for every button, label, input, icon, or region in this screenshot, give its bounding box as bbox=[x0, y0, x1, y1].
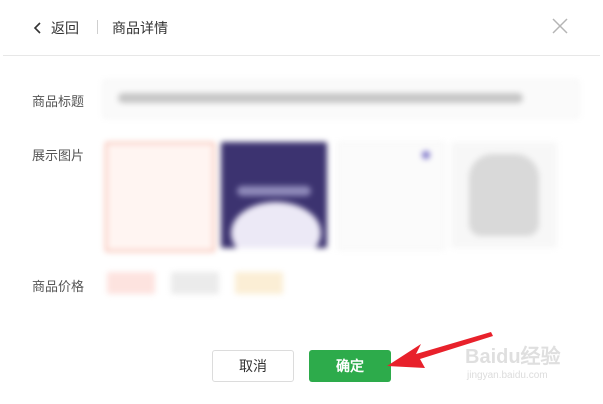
header-divider bbox=[97, 20, 98, 34]
thumb-2-moon bbox=[231, 202, 321, 248]
price-option-2[interactable] bbox=[171, 272, 219, 294]
backpack-image bbox=[469, 154, 539, 236]
confirm-button[interactable]: 确定 bbox=[309, 350, 391, 382]
image-thumb-2[interactable] bbox=[221, 142, 327, 248]
price-option-1[interactable] bbox=[107, 272, 155, 294]
back-button[interactable]: 返回 bbox=[31, 18, 79, 38]
thumb-3-dot bbox=[422, 151, 430, 159]
blurred-title-text bbox=[118, 93, 523, 103]
price-option-3[interactable] bbox=[235, 272, 283, 294]
image-thumb-4[interactable] bbox=[451, 142, 557, 248]
back-label: 返回 bbox=[51, 20, 79, 36]
chevron-left-icon bbox=[33, 22, 41, 34]
product-detail-dialog: 返回 商品详情 商品标题 展示图片 商品价格 取消 确定 Baidu经验 jin… bbox=[3, 0, 600, 404]
image-thumb-1[interactable] bbox=[105, 142, 215, 252]
cancel-button[interactable]: 取消 bbox=[212, 350, 294, 382]
image-gallery bbox=[103, 142, 563, 252]
baidu-watermark: Baidu经验 jingyan.baidu.com bbox=[465, 340, 595, 390]
product-title-field[interactable] bbox=[103, 80, 579, 118]
product-title-label: 商品标题 bbox=[32, 94, 85, 109]
image-thumb-3[interactable] bbox=[337, 142, 445, 250]
display-images-label: 展示图片 bbox=[32, 148, 85, 163]
product-price-label: 商品价格 bbox=[32, 279, 85, 294]
thumb-2-band bbox=[237, 186, 311, 196]
price-options bbox=[107, 272, 283, 294]
watermark-url: jingyan.baidu.com bbox=[467, 370, 548, 381]
dialog-header: 返回 商品详情 bbox=[3, 0, 600, 56]
watermark-brand: Baidu经验 bbox=[465, 346, 561, 368]
close-icon[interactable] bbox=[550, 16, 570, 36]
dialog-title: 商品详情 bbox=[112, 20, 168, 36]
